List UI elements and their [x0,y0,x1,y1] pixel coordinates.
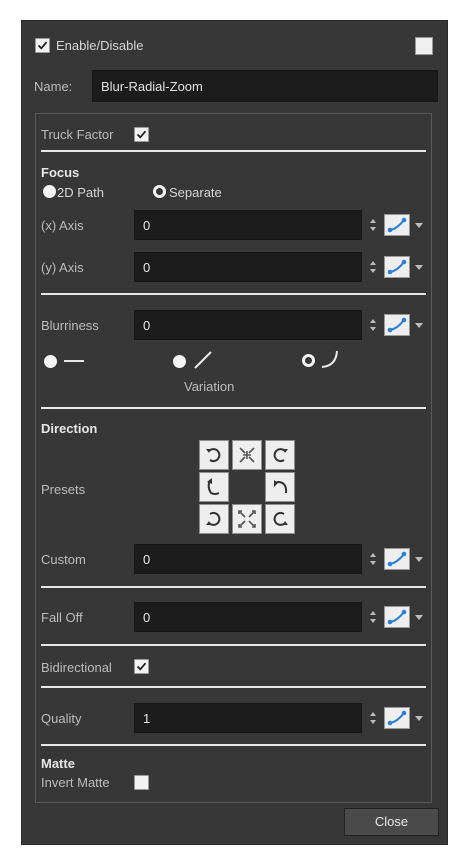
truck-factor-label: Truck Factor [41,127,114,142]
variation-curve-radio[interactable] [302,354,315,367]
radio-2d-path-label: 2D Path [57,185,104,200]
separator [41,644,426,646]
function-curve-button[interactable] [384,214,410,236]
preset-curve-left[interactable] [199,472,229,502]
rotate-ccw-icon [206,511,221,526]
x-axis-label: (x) Axis [41,218,84,233]
function-curve-button[interactable] [384,256,410,278]
invert-matte-label: Invert Matte [41,775,110,790]
quality-field[interactable]: 1 [134,703,362,733]
preset-rotate-cw-top-left[interactable] [199,440,229,470]
presets-label: Presets [41,482,86,497]
spinner-arrows-icon[interactable] [369,260,377,274]
function-curve-button[interactable] [384,707,410,729]
custom-label: Custom [41,552,86,567]
preset-rotate-ccw-bottom-left[interactable] [199,504,229,534]
preset-zoom-out[interactable] [232,504,262,534]
enable-label: Enable/Disable [56,38,144,53]
curve-left-icon [207,478,220,495]
chevron-down-icon[interactable] [415,323,423,328]
custom-direction-field[interactable]: 0 [134,544,362,574]
truck-factor-checkbox[interactable] [134,127,149,142]
variation-ramp-radio[interactable] [173,355,186,368]
separator [41,744,426,746]
bidirectional-checkbox[interactable] [134,659,149,674]
preset-curve-right[interactable] [265,472,295,502]
function-curve-button[interactable] [384,548,410,570]
separator [41,407,426,409]
separator [41,150,426,152]
preset-rotate-ccw-top-right[interactable] [265,440,295,470]
radio-2d-path[interactable] [43,185,56,198]
direction-section-title: Direction [41,421,98,436]
blurriness-field[interactable]: 0 [134,310,362,340]
chevron-down-icon[interactable] [415,223,423,228]
curve-right-icon [274,480,288,494]
y-axis-label: (y) Axis [41,260,84,275]
zoom-in-icon [239,447,255,463]
rotate-ccw-icon [273,448,288,463]
color-swatch-button[interactable] [415,37,433,55]
spinner-arrows-icon[interactable] [369,610,377,624]
blurriness-label: Blurriness [41,318,99,333]
preset-rotate-cw-bottom-right[interactable] [265,504,295,534]
variation-label: Variation [184,379,235,394]
preset-zoom-in[interactable] [232,440,262,470]
rotate-cw-icon [206,448,221,463]
focus-section-title: Focus [41,165,80,180]
function-curve-icon [387,609,407,625]
name-label: Name: [34,79,73,94]
function-curve-icon [387,551,407,567]
enable-checkbox[interactable] [35,38,50,53]
y-axis-field[interactable]: 0 [134,252,362,282]
spinner-arrows-icon[interactable] [369,218,377,232]
spinner-arrows-icon[interactable] [369,552,377,566]
bidirectional-label: Bidirectional [41,660,112,675]
function-curve-button[interactable] [384,606,410,628]
spinner-arrows-icon[interactable] [369,711,377,725]
ramp-variation-icon [194,351,212,369]
function-curve-icon [387,710,407,726]
radio-separate[interactable] [153,185,166,198]
radio-separate-label: Separate [169,185,222,200]
separator [41,293,426,295]
blur-radial-zoom-dialog: Enable/Disable Name: Blur-Radial-Zoom Tr… [21,20,448,845]
name-field[interactable]: Blur-Radial-Zoom [92,70,438,102]
variation-linear-radio[interactable] [44,355,57,368]
chevron-down-icon[interactable] [415,265,423,270]
function-curve-icon [387,217,407,233]
spinner-arrows-icon[interactable] [369,318,377,332]
check-icon [37,41,48,50]
x-axis-field[interactable]: 0 [134,210,362,240]
function-curve-button[interactable] [384,314,410,336]
chevron-down-icon[interactable] [415,557,423,562]
matte-section-title: Matte [41,756,75,771]
rotate-cw-icon [273,511,288,526]
chevron-down-icon[interactable] [415,615,423,620]
curve-variation-icon [321,350,338,368]
fall-off-label: Fall Off [41,610,83,625]
separator [41,686,426,688]
separator [41,586,426,588]
close-button[interactable]: Close [344,808,439,836]
quality-label: Quality [41,711,82,726]
parameters-panel: Truck Factor Focus 2D Path Separate (x) … [35,113,432,803]
linear-variation-icon [64,360,84,362]
check-icon [136,130,147,139]
invert-matte-checkbox[interactable] [134,775,149,790]
chevron-down-icon[interactable] [415,716,423,721]
fall-off-field[interactable]: 0 [134,602,362,632]
check-icon [136,662,147,671]
function-curve-icon [387,259,407,275]
function-curve-icon [387,317,407,333]
zoom-out-icon [238,510,256,528]
